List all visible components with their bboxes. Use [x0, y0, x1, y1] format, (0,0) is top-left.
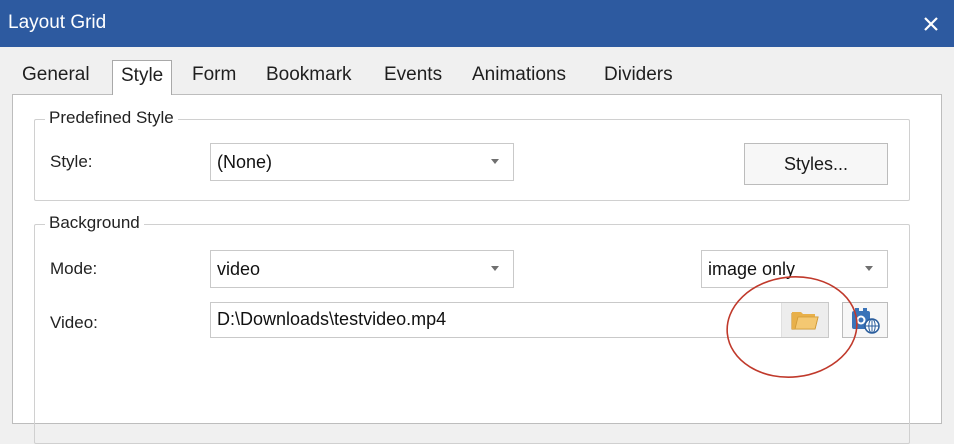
tab-style[interactable]: Style — [112, 60, 173, 95]
tab-bookmark[interactable]: Bookmark — [262, 64, 356, 86]
tab-dividers[interactable]: Dividers — [600, 64, 677, 86]
tab-strip: General Style Form Bookmark Events Anima… — [12, 60, 944, 95]
tab-form[interactable]: Form — [188, 64, 240, 86]
style-select[interactable]: (None) — [210, 143, 514, 181]
chevron-down-icon — [491, 159, 499, 164]
tab-general[interactable]: General — [18, 64, 94, 86]
predefined-style-group: Predefined Style Style: (None) Styles... — [34, 108, 910, 201]
styles-button[interactable]: Styles... — [744, 143, 888, 185]
video-path-value: D:\Downloads\testvideo.mp4 — [217, 309, 447, 329]
online-video-icon — [852, 308, 880, 334]
chevron-down-icon — [865, 266, 873, 271]
title-bar: Layout Grid — [0, 0, 954, 47]
style-tab-panel: Predefined Style Style: (None) Styles...… — [12, 94, 942, 444]
online-video-button[interactable] — [842, 302, 888, 338]
video-label: Video: — [50, 313, 98, 332]
predefined-style-legend: Predefined Style — [45, 108, 178, 128]
image-option-value: image only — [708, 259, 796, 279]
video-path-field[interactable]: D:\Downloads\testvideo.mp4 — [210, 302, 829, 338]
window-title: Layout Grid — [8, 12, 107, 33]
image-option-select[interactable]: image only — [701, 250, 888, 288]
tab-events[interactable]: Events — [380, 64, 446, 86]
browse-video-button[interactable] — [781, 303, 828, 337]
mode-select-value: video — [217, 259, 261, 279]
background-legend: Background — [45, 213, 144, 233]
folder-icon — [791, 312, 819, 330]
mode-label: Mode: — [50, 259, 98, 278]
tab-animations[interactable]: Animations — [468, 64, 570, 86]
chevron-down-icon — [491, 266, 499, 271]
background-group: Background Mode: video image only Video:… — [34, 213, 910, 444]
mode-select[interactable]: video — [210, 250, 514, 288]
close-button[interactable] — [908, 0, 954, 47]
style-label: Style: — [50, 152, 93, 171]
style-select-value: (None) — [217, 152, 273, 172]
close-icon — [924, 16, 938, 31]
